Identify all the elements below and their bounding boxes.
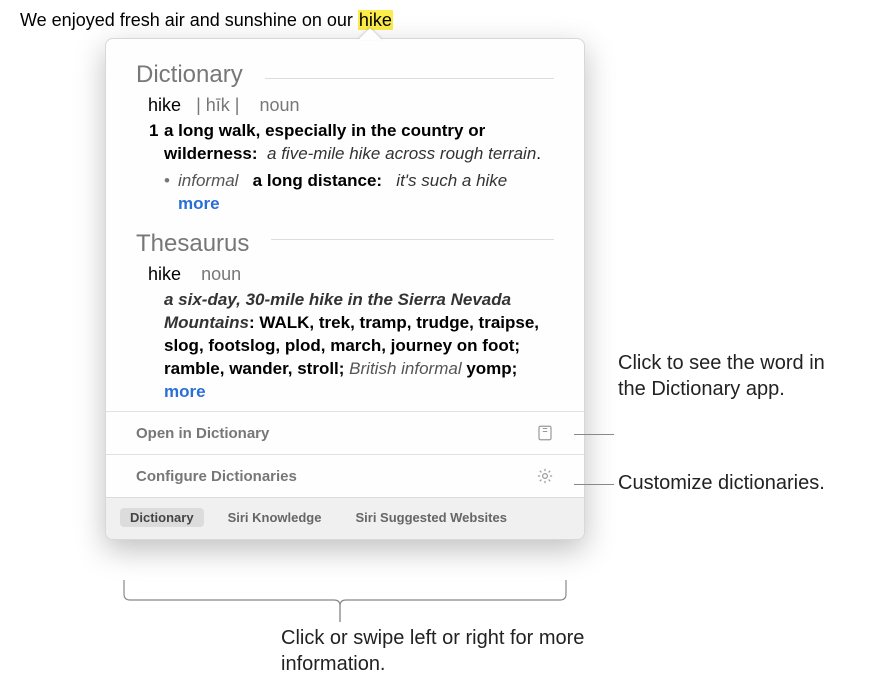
thesaurus-brit-tag: British informal [349,359,461,378]
thesaurus-headword: hike [148,264,181,284]
sub-tag: informal [178,171,238,190]
gear-icon [536,467,554,485]
dictionary-subdefinition: informal a long distance: it's such a hi… [164,170,554,216]
open-in-dictionary-row[interactable]: Open in Dictionary [106,411,584,454]
open-in-dictionary-label: Open in Dictionary [136,425,269,442]
dictionary-pronunciation: | hīk | [196,95,239,115]
dictionary-definition: 1 a long walk, especially in the country… [164,120,554,166]
dictionary-more-link[interactable]: more [178,194,220,213]
divider [271,239,554,240]
configure-dictionaries-row[interactable]: Configure Dictionaries [106,454,584,497]
dictionary-app-icon [536,424,554,442]
source-sentence: We enjoyed fresh air and sunshine on our… [20,10,393,31]
thesaurus-brit-synonyms: yomp; [462,359,518,378]
thesaurus-headword-row: hike noun [148,264,554,285]
configure-dictionaries-label: Configure Dictionaries [136,468,297,485]
dictionary-section-title: Dictionary [136,61,243,89]
source-text-before: We enjoyed fresh air and sunshine on our [20,10,358,30]
leader-line [574,434,614,435]
callout-tabs: Click or swipe left or right for more in… [281,625,681,677]
definition-number: 1 [149,120,158,143]
sub-example: it's such a hike [396,171,507,190]
lookup-popover: Dictionary hike | hīk | noun 1 a long wa… [105,38,585,540]
tab-siri-knowledge[interactable]: Siri Knowledge [218,508,332,527]
thesaurus-first-synonym: WALK, [259,313,314,332]
thesaurus-more-link[interactable]: more [164,382,206,401]
sub-def-text: a long distance: [253,171,382,190]
divider [265,78,554,79]
leader-line [574,484,614,485]
source-tabs: Dictionary Siri Knowledge Siri Suggested… [106,497,584,539]
tab-dictionary[interactable]: Dictionary [120,508,204,527]
highlighted-word: hike [358,10,393,30]
dictionary-headword-row: hike | hīk | noun [148,95,554,116]
tab-siri-suggested-websites[interactable]: Siri Suggested Websites [345,508,516,527]
callout-open-in-dictionary: Click to see the word in the Dictionary … [618,350,848,402]
definition-example: a five-mile hike across rough terrain [267,144,536,163]
thesaurus-section-title: Thesaurus [136,230,249,258]
callout-configure-dictionaries: Customize dictionaries. [618,470,848,496]
dictionary-pos: noun [260,95,300,115]
dictionary-headword: hike [148,95,181,115]
tabs-bracket-icon [120,580,570,625]
popover-content: Dictionary hike | hīk | noun 1 a long wa… [106,39,584,411]
thesaurus-body: a six-day, 30-mile hike in the Sierra Ne… [164,289,554,404]
thesaurus-pos: noun [201,264,241,284]
